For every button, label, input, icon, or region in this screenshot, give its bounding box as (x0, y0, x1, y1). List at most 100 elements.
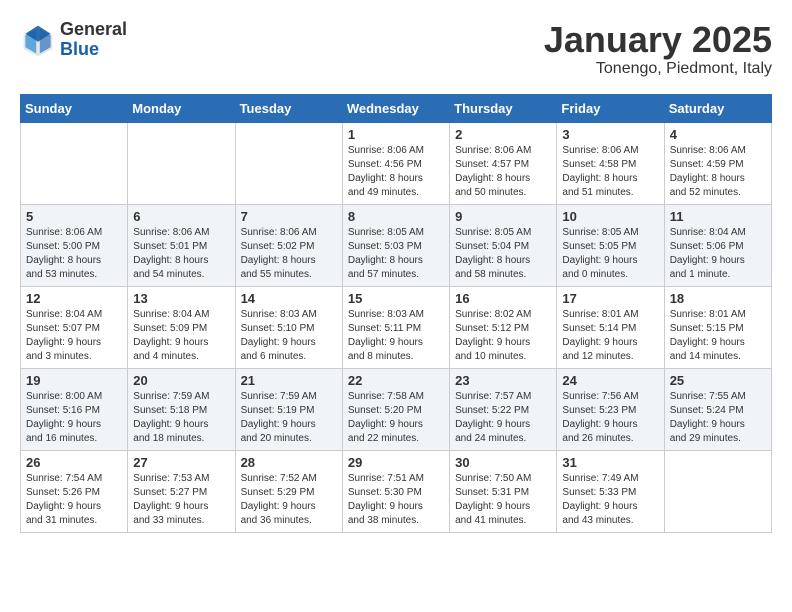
day-number: 24 (562, 373, 658, 388)
day-number: 18 (670, 291, 766, 306)
day-number: 1 (348, 127, 444, 142)
calendar-cell: 20Sunrise: 7:59 AM Sunset: 5:18 PM Dayli… (128, 368, 235, 450)
day-info: Sunrise: 7:56 AM Sunset: 5:23 PM Dayligh… (562, 390, 658, 446)
col-wednesday: Wednesday (342, 94, 449, 122)
calendar-cell: 7 Sunrise: 8:06 AM Sunset: 5:02 PM Daylig… (235, 204, 342, 286)
day-info: Sunrise: 8:06 AM Sunset: 4:57 PM Dayligh… (455, 144, 551, 200)
calendar-cell: 26 Sunrise: 7:54 AM Sunset: 5:26 PM Dayli… (21, 450, 128, 532)
day-number: 25 (670, 373, 766, 388)
day-info: Sunrise: 7:59 AM Sunset: 5:19 PM Dayligh… (241, 390, 337, 446)
calendar-cell: 16Sunrise: 8:02 AM Sunset: 5:12 PM Dayli… (450, 286, 557, 368)
day-number: 26 (26, 455, 122, 470)
calendar-title: January 2025 (544, 20, 772, 60)
logo-blue: Blue (60, 40, 127, 60)
calendar-cell: 4 Sunrise: 8:06 AM Sunset: 4:59 PM Daylig… (664, 122, 771, 204)
page-header: General Blue January 2025 Tonengo, Piedm… (20, 20, 772, 78)
day-number: 2 (455, 127, 551, 142)
day-number: 27 (133, 455, 229, 470)
day-info: Sunrise: 7:54 AM Sunset: 5:26 PM Dayligh… (26, 472, 122, 528)
day-number: 23 (455, 373, 551, 388)
day-info: Sunrise: 8:06 AM Sunset: 4:58 PM Dayligh… (562, 144, 658, 200)
day-info: Sunrise: 8:04 AM Sunset: 5:09 PM Dayligh… (133, 308, 229, 364)
day-number: 28 (241, 455, 337, 470)
calendar-cell: 13 Sunrise: 8:04 AM Sunset: 5:09 PM Dayli… (128, 286, 235, 368)
header-row: Sunday Monday Tuesday Wednesday Thursday… (21, 94, 772, 122)
calendar-cell (128, 122, 235, 204)
day-number: 31 (562, 455, 658, 470)
calendar-cell: 18 Sunrise: 8:01 AM Sunset: 5:15 PM Dayli… (664, 286, 771, 368)
calendar-cell (21, 122, 128, 204)
calendar-week-3: 12Sunrise: 8:04 AM Sunset: 5:07 PM Dayli… (21, 286, 772, 368)
logo-text: General Blue (60, 20, 127, 60)
calendar-cell: 5 Sunrise: 8:06 AM Sunset: 5:00 PM Daylig… (21, 204, 128, 286)
day-number: 17 (562, 291, 658, 306)
day-number: 3 (562, 127, 658, 142)
col-friday: Friday (557, 94, 664, 122)
day-info: Sunrise: 8:05 AM Sunset: 5:04 PM Dayligh… (455, 226, 551, 282)
day-number: 19 (26, 373, 122, 388)
title-block: January 2025 Tonengo, Piedmont, Italy (544, 20, 772, 78)
day-info: Sunrise: 8:04 AM Sunset: 5:06 PM Dayligh… (670, 226, 766, 282)
calendar-cell: 3 Sunrise: 8:06 AM Sunset: 4:58 PM Daylig… (557, 122, 664, 204)
day-info: Sunrise: 8:06 AM Sunset: 5:00 PM Dayligh… (26, 226, 122, 282)
day-info: Sunrise: 8:03 AM Sunset: 5:10 PM Dayligh… (241, 308, 337, 364)
day-info: Sunrise: 8:05 AM Sunset: 5:05 PM Dayligh… (562, 226, 658, 282)
calendar-cell: 24 Sunrise: 7:56 AM Sunset: 5:23 PM Dayli… (557, 368, 664, 450)
day-number: 22 (348, 373, 444, 388)
day-info: Sunrise: 8:06 AM Sunset: 4:59 PM Dayligh… (670, 144, 766, 200)
day-number: 8 (348, 209, 444, 224)
day-info: Sunrise: 7:53 AM Sunset: 5:27 PM Dayligh… (133, 472, 229, 528)
day-number: 15 (348, 291, 444, 306)
col-sunday: Sunday (21, 94, 128, 122)
calendar-week-4: 19Sunrise: 8:00 AM Sunset: 5:16 PM Dayli… (21, 368, 772, 450)
day-info: Sunrise: 7:59 AM Sunset: 5:18 PM Dayligh… (133, 390, 229, 446)
calendar-cell: 15Sunrise: 8:03 AM Sunset: 5:11 PM Dayli… (342, 286, 449, 368)
calendar-cell: 31Sunrise: 7:49 AM Sunset: 5:33 PM Dayli… (557, 450, 664, 532)
calendar-cell: 30 Sunrise: 7:50 AM Sunset: 5:31 PM Dayli… (450, 450, 557, 532)
calendar-cell (664, 450, 771, 532)
day-info: Sunrise: 7:50 AM Sunset: 5:31 PM Dayligh… (455, 472, 551, 528)
calendar-week-5: 26 Sunrise: 7:54 AM Sunset: 5:26 PM Dayli… (21, 450, 772, 532)
day-info: Sunrise: 8:06 AM Sunset: 5:01 PM Dayligh… (133, 226, 229, 282)
col-monday: Monday (128, 94, 235, 122)
calendar-cell: 9 Sunrise: 8:05 AM Sunset: 5:04 PM Daylig… (450, 204, 557, 286)
col-saturday: Saturday (664, 94, 771, 122)
day-number: 4 (670, 127, 766, 142)
calendar-cell: 23Sunrise: 7:57 AM Sunset: 5:22 PM Dayli… (450, 368, 557, 450)
calendar-cell: 27 Sunrise: 7:53 AM Sunset: 5:27 PM Dayli… (128, 450, 235, 532)
calendar-cell: 8 Sunrise: 8:05 AM Sunset: 5:03 PM Daylig… (342, 204, 449, 286)
calendar-cell: 1 Sunrise: 8:06 AM Sunset: 4:56 PM Daylig… (342, 122, 449, 204)
day-info: Sunrise: 8:06 AM Sunset: 5:02 PM Dayligh… (241, 226, 337, 282)
day-number: 13 (133, 291, 229, 306)
logo-general: General (60, 20, 127, 40)
day-number: 9 (455, 209, 551, 224)
calendar-cell: 22 Sunrise: 7:58 AM Sunset: 5:20 PM Dayli… (342, 368, 449, 450)
col-thursday: Thursday (450, 94, 557, 122)
day-number: 12 (26, 291, 122, 306)
day-number: 10 (562, 209, 658, 224)
day-number: 21 (241, 373, 337, 388)
calendar-cell: 28 Sunrise: 7:52 AM Sunset: 5:29 PM Dayli… (235, 450, 342, 532)
day-number: 11 (670, 209, 766, 224)
day-info: Sunrise: 8:02 AM Sunset: 5:12 PM Dayligh… (455, 308, 551, 364)
day-info: Sunrise: 8:06 AM Sunset: 4:56 PM Dayligh… (348, 144, 444, 200)
day-info: Sunrise: 7:58 AM Sunset: 5:20 PM Dayligh… (348, 390, 444, 446)
day-info: Sunrise: 7:52 AM Sunset: 5:29 PM Dayligh… (241, 472, 337, 528)
calendar-cell: 21 Sunrise: 7:59 AM Sunset: 5:19 PM Dayli… (235, 368, 342, 450)
day-info: Sunrise: 8:05 AM Sunset: 5:03 PM Dayligh… (348, 226, 444, 282)
day-number: 29 (348, 455, 444, 470)
calendar-cell: 19Sunrise: 8:00 AM Sunset: 5:16 PM Dayli… (21, 368, 128, 450)
calendar-cell: 29Sunrise: 7:51 AM Sunset: 5:30 PM Dayli… (342, 450, 449, 532)
day-number: 6 (133, 209, 229, 224)
calendar-cell: 11 Sunrise: 8:04 AM Sunset: 5:06 PM Dayli… (664, 204, 771, 286)
calendar-cell: 17Sunrise: 8:01 AM Sunset: 5:14 PM Dayli… (557, 286, 664, 368)
day-number: 7 (241, 209, 337, 224)
day-info: Sunrise: 8:01 AM Sunset: 5:15 PM Dayligh… (670, 308, 766, 364)
calendar-cell (235, 122, 342, 204)
day-number: 5 (26, 209, 122, 224)
calendar-cell: 6 Sunrise: 8:06 AM Sunset: 5:01 PM Daylig… (128, 204, 235, 286)
calendar-cell: 25Sunrise: 7:55 AM Sunset: 5:24 PM Dayli… (664, 368, 771, 450)
day-number: 30 (455, 455, 551, 470)
calendar-table: Sunday Monday Tuesday Wednesday Thursday… (20, 94, 772, 533)
calendar-cell: 14Sunrise: 8:03 AM Sunset: 5:10 PM Dayli… (235, 286, 342, 368)
